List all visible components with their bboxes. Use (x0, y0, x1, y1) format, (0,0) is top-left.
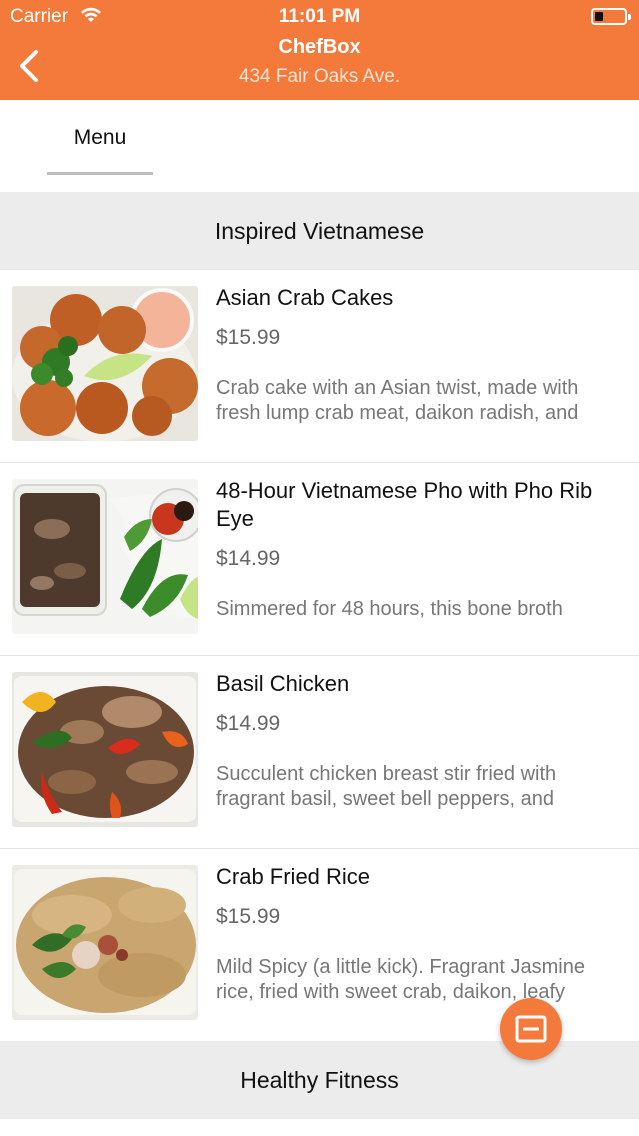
section-header-inspired-vietnamese: Inspired Vietnamese (0, 192, 639, 270)
menu-tabs: Menu (0, 100, 639, 192)
menu-item[interactable]: Basil Chicken $14.99 Succulent chicken b… (0, 656, 639, 849)
menu-item-name: 48-Hour Vietnamese Pho with Pho Rib Eye (216, 478, 593, 531)
menu-item-name: Crab Fried Rice (216, 864, 371, 889)
menu-item-description: Succulent chicken breast stir fried with… (216, 763, 557, 810)
menu-item-price: $14.99 (216, 547, 281, 570)
cart-button[interactable] (500, 998, 562, 1060)
status-bar: Carrier 11:01 PM (0, 0, 639, 32)
menu-item-description: Simmered for 48 hours, this bone broth (216, 598, 563, 620)
tab-menu[interactable]: Menu (47, 100, 153, 176)
menu-item-price: $15.99 (216, 326, 281, 349)
menu-item-price: $15.99 (216, 905, 281, 928)
clock: 11:01 PM (278, 6, 361, 27)
cart-icon (515, 1015, 547, 1043)
menu-item-description: Crab cake with an Asian twist, made with… (216, 377, 579, 424)
menu-item-description: Mild Spicy (a little kick). Fragrant Jas… (216, 956, 585, 1003)
crab-cakes-photo (12, 286, 198, 441)
restaurant-address: 434 Fair Oaks Ave. (238, 66, 401, 87)
menu-item-name: Asian Crab Cakes (216, 285, 394, 310)
tab-selected-indicator (47, 172, 153, 175)
battery-icon (591, 8, 631, 25)
crab-fried-rice-photo (12, 865, 198, 1020)
menu-item-price: $14.99 (216, 712, 281, 735)
restaurant-name: ChefBox (278, 36, 361, 58)
menu-item[interactable]: Asian Crab Cakes $15.99 Crab cake with a… (0, 270, 639, 463)
pho-photo (12, 479, 198, 634)
menu-item-name: Basil Chicken (216, 671, 350, 696)
basil-chicken-photo (12, 672, 198, 827)
menu-item[interactable]: 48-Hour Vietnamese Pho with Pho Rib Eye … (0, 463, 639, 656)
nav-bar: ChefBox 434 Fair Oaks Ave. (0, 32, 639, 100)
